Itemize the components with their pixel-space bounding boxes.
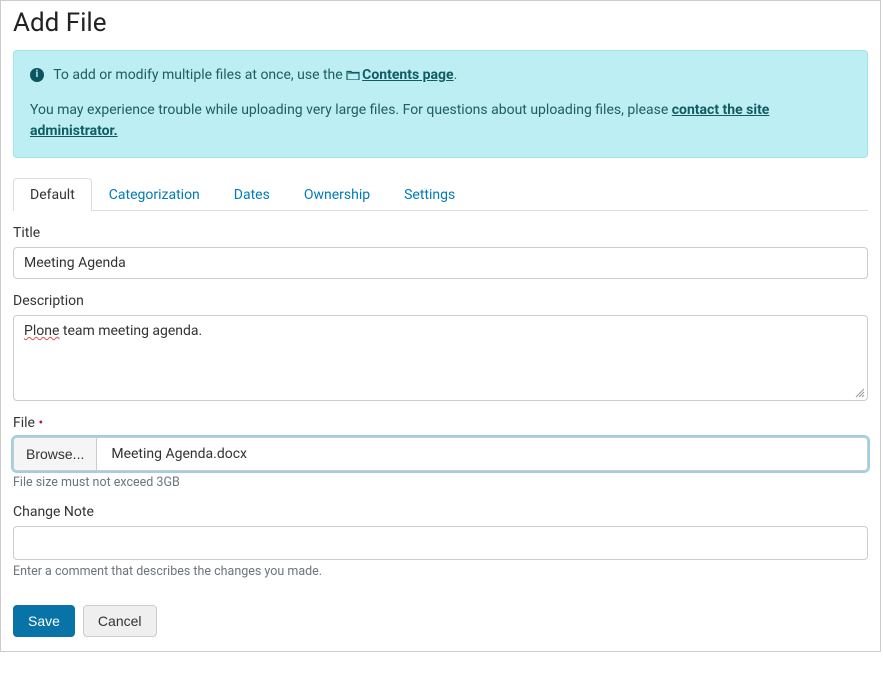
description-rest: team meeting agenda. [59,323,202,339]
description-label: Description [13,293,868,309]
tab-categorization[interactable]: Categorization [92,178,217,211]
file-help-text: File size must not exceed 3GB [13,475,868,490]
file-label: File • [13,415,868,431]
page-title: Add File [13,8,868,38]
file-label-text: File [13,415,35,431]
cancel-button[interactable]: Cancel [83,605,157,637]
tabs: Default Categorization Dates Ownership S… [13,178,868,211]
title-input[interactable] [13,247,868,279]
title-label: Title [13,225,868,241]
required-marker: • [38,415,43,431]
description-input[interactable]: Plone team meeting agenda. [13,315,868,401]
info-icon: i [30,68,44,82]
info-text-1a: To add or modify multiple files at once,… [53,67,346,83]
tab-default[interactable]: Default [13,178,92,211]
misspelled-word: Plone [24,323,59,339]
tab-settings[interactable]: Settings [387,178,472,211]
resize-handle-icon[interactable] [853,386,865,398]
file-input-wrap: Browse... Meeting Agenda.docx [13,437,868,471]
info-text-1b: . [454,67,458,83]
change-note-input[interactable] [13,526,868,560]
change-note-help-text: Enter a comment that describes the chang… [13,564,868,579]
folder-icon [346,66,360,86]
tab-dates[interactable]: Dates [217,178,287,211]
info-text-2a: You may experience trouble while uploadi… [30,102,672,118]
contents-page-link[interactable]: Contents page [362,67,453,83]
change-note-label: Change Note [13,504,868,520]
tab-ownership[interactable]: Ownership [287,178,387,211]
file-name-display[interactable]: Meeting Agenda.docx [97,438,867,470]
browse-button[interactable]: Browse... [14,438,97,470]
save-button[interactable]: Save [13,605,75,637]
info-box: i To add or modify multiple files at onc… [13,50,868,158]
